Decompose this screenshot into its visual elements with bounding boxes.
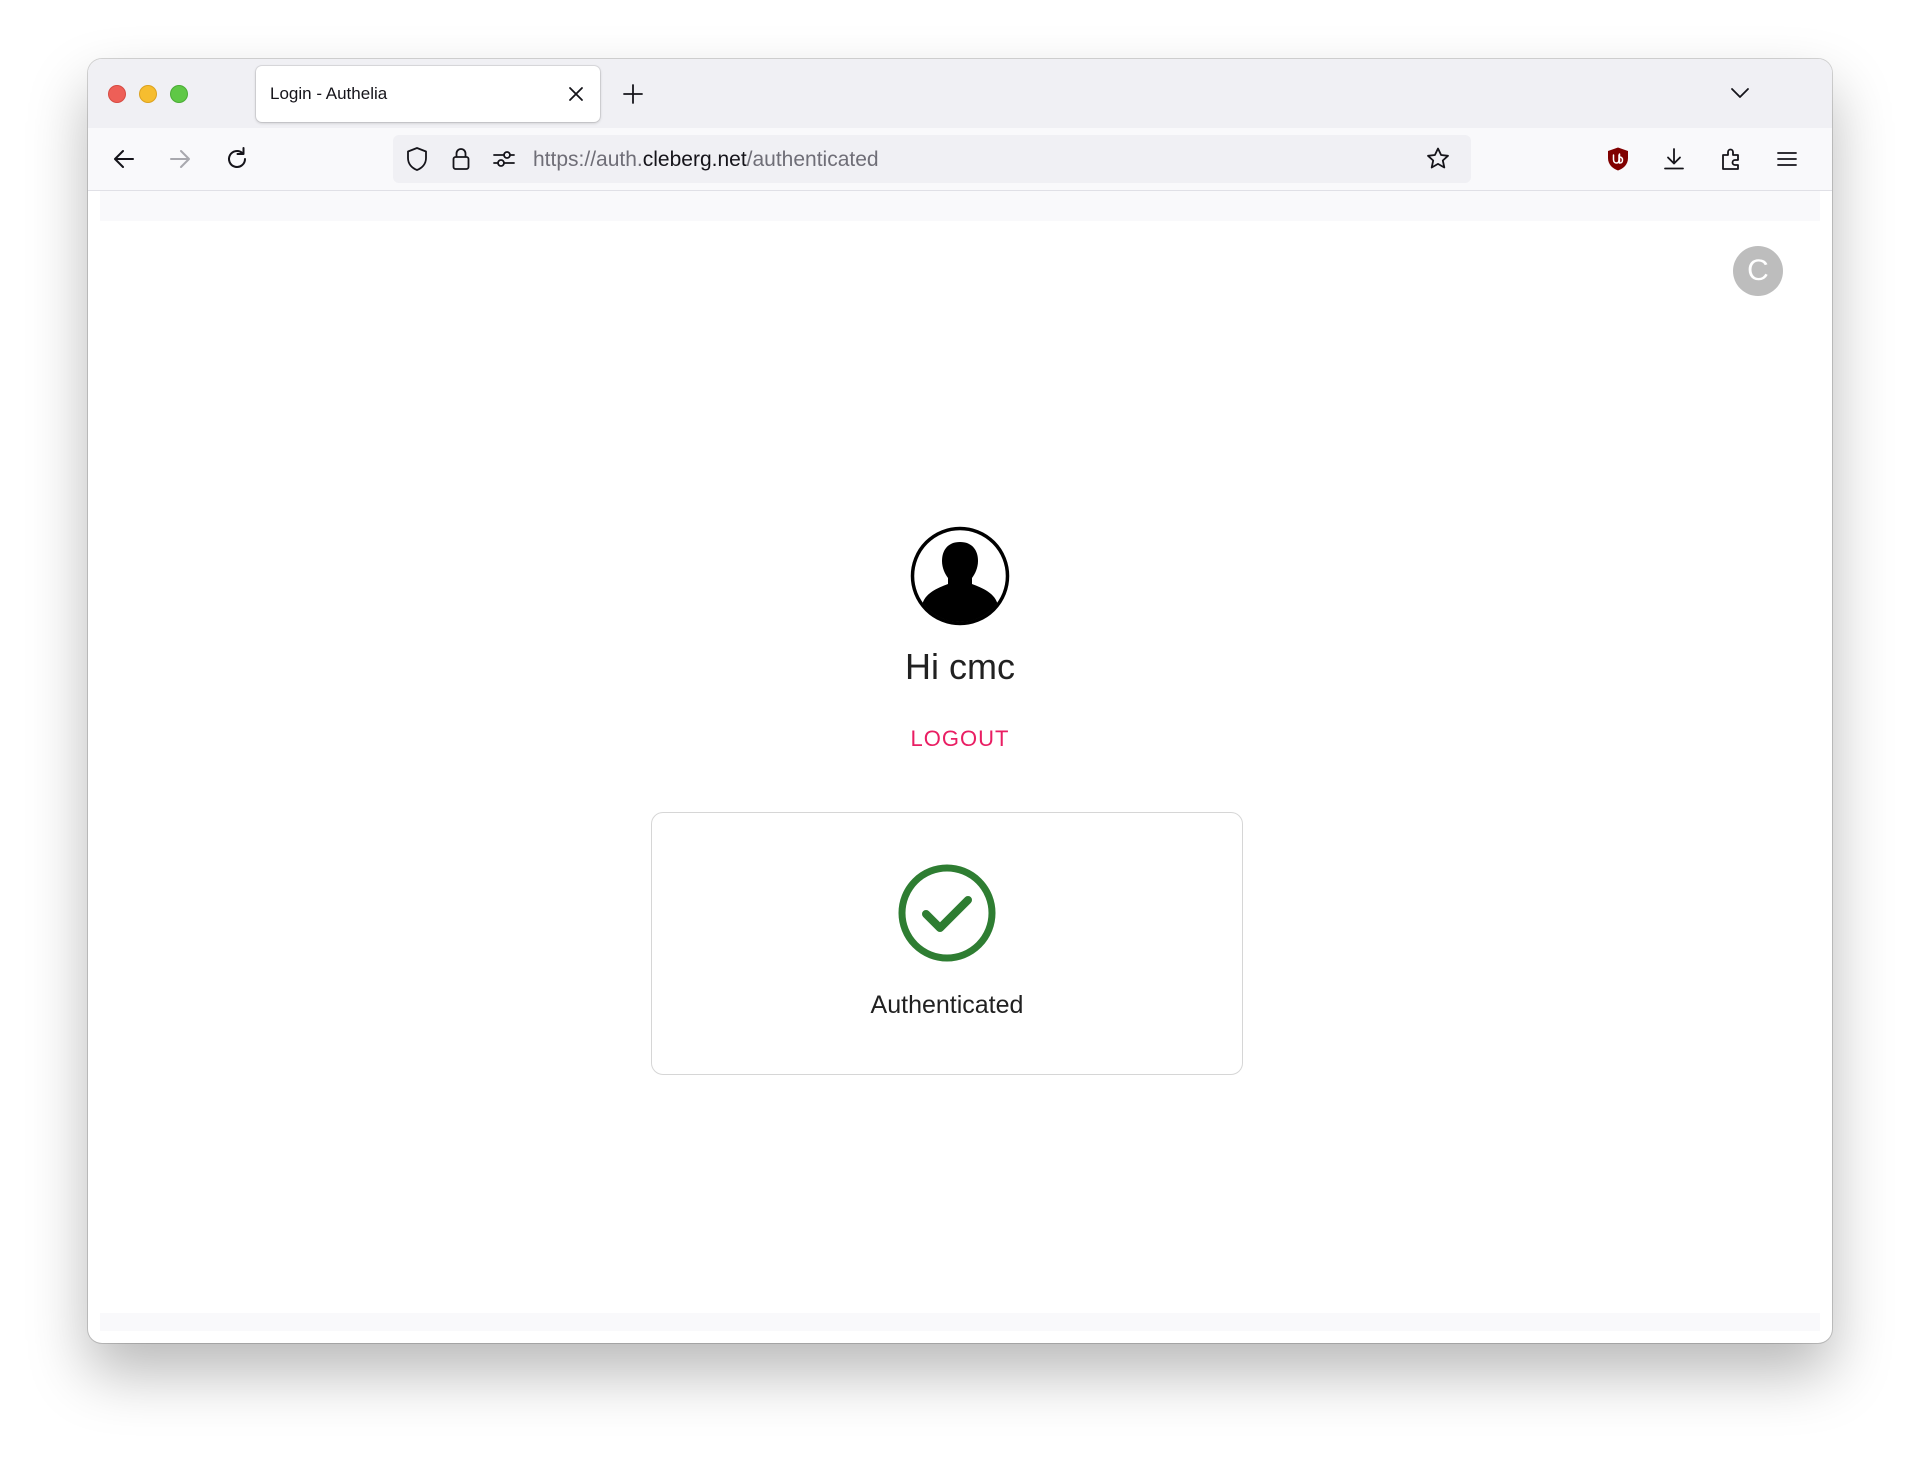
lock-icon[interactable] (447, 145, 475, 173)
account-avatar[interactable]: C (1733, 246, 1783, 296)
tab-bar: Login - Authelia (88, 59, 1832, 128)
minimize-window-button[interactable] (139, 85, 157, 103)
url-bar[interactable]: https://auth.cleberg.net/authenticated (393, 135, 1471, 183)
authentication-status-card: Authenticated (651, 812, 1243, 1075)
menu-icon[interactable] (1773, 145, 1801, 173)
chevron-down-icon[interactable] (1728, 81, 1752, 105)
back-arrow-icon[interactable] (110, 145, 138, 173)
check-circle-icon (898, 864, 996, 962)
ublock-icon[interactable] (1604, 145, 1632, 173)
forward-arrow-icon[interactable] (166, 145, 194, 173)
greeting: Hi cmc (905, 646, 1015, 687)
user-icon (910, 526, 1010, 626)
shield-icon[interactable] (403, 145, 431, 173)
zoom-window-button[interactable] (170, 85, 188, 103)
star-icon[interactable] (1424, 145, 1452, 173)
download-icon[interactable] (1660, 145, 1688, 173)
extensions-icon[interactable] (1717, 145, 1745, 173)
authelia-page: C Hi cmc LOGOUT Authenticated (100, 221, 1820, 1313)
navigation-toolbar: https://auth.cleberg.net/authenticated (88, 128, 1832, 191)
tab-title: Login - Authelia (270, 84, 388, 103)
status-label: Authenticated (870, 991, 1024, 1019)
browser-window: Login - Authelia https://auth.cleberg.ne… (88, 59, 1832, 1343)
url-text[interactable]: https://auth.cleberg.net/authenticated (533, 148, 879, 172)
web-content: C Hi cmc LOGOUT Authenticated (100, 191, 1820, 1331)
permissions-icon[interactable] (490, 145, 518, 173)
plus-icon[interactable] (620, 81, 646, 107)
close-icon[interactable] (566, 84, 586, 104)
tab-login-authelia[interactable]: Login - Authelia (256, 66, 600, 122)
reload-icon[interactable] (223, 145, 251, 173)
close-window-button[interactable] (108, 85, 126, 103)
logout-button[interactable]: LOGOUT (860, 726, 1060, 752)
